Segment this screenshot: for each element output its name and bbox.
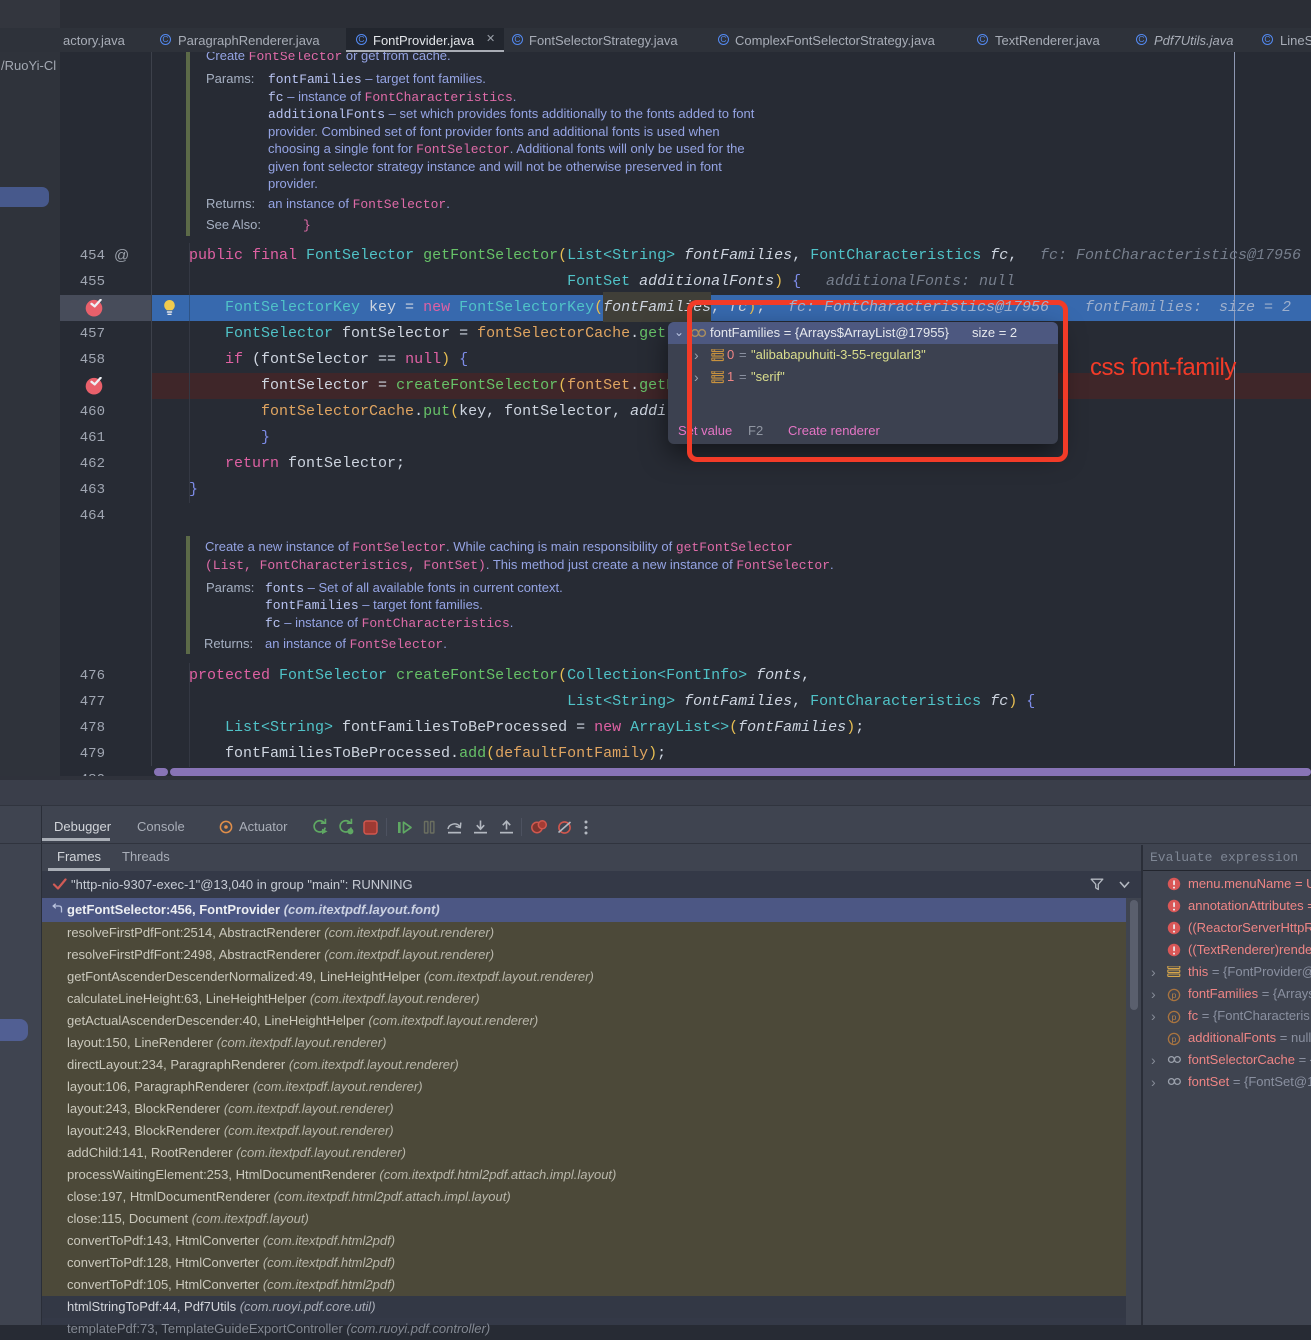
svg-text:p: p xyxy=(1172,1034,1177,1044)
svg-text:p: p xyxy=(1172,1012,1177,1022)
svg-text:p: p xyxy=(1172,990,1177,1000)
